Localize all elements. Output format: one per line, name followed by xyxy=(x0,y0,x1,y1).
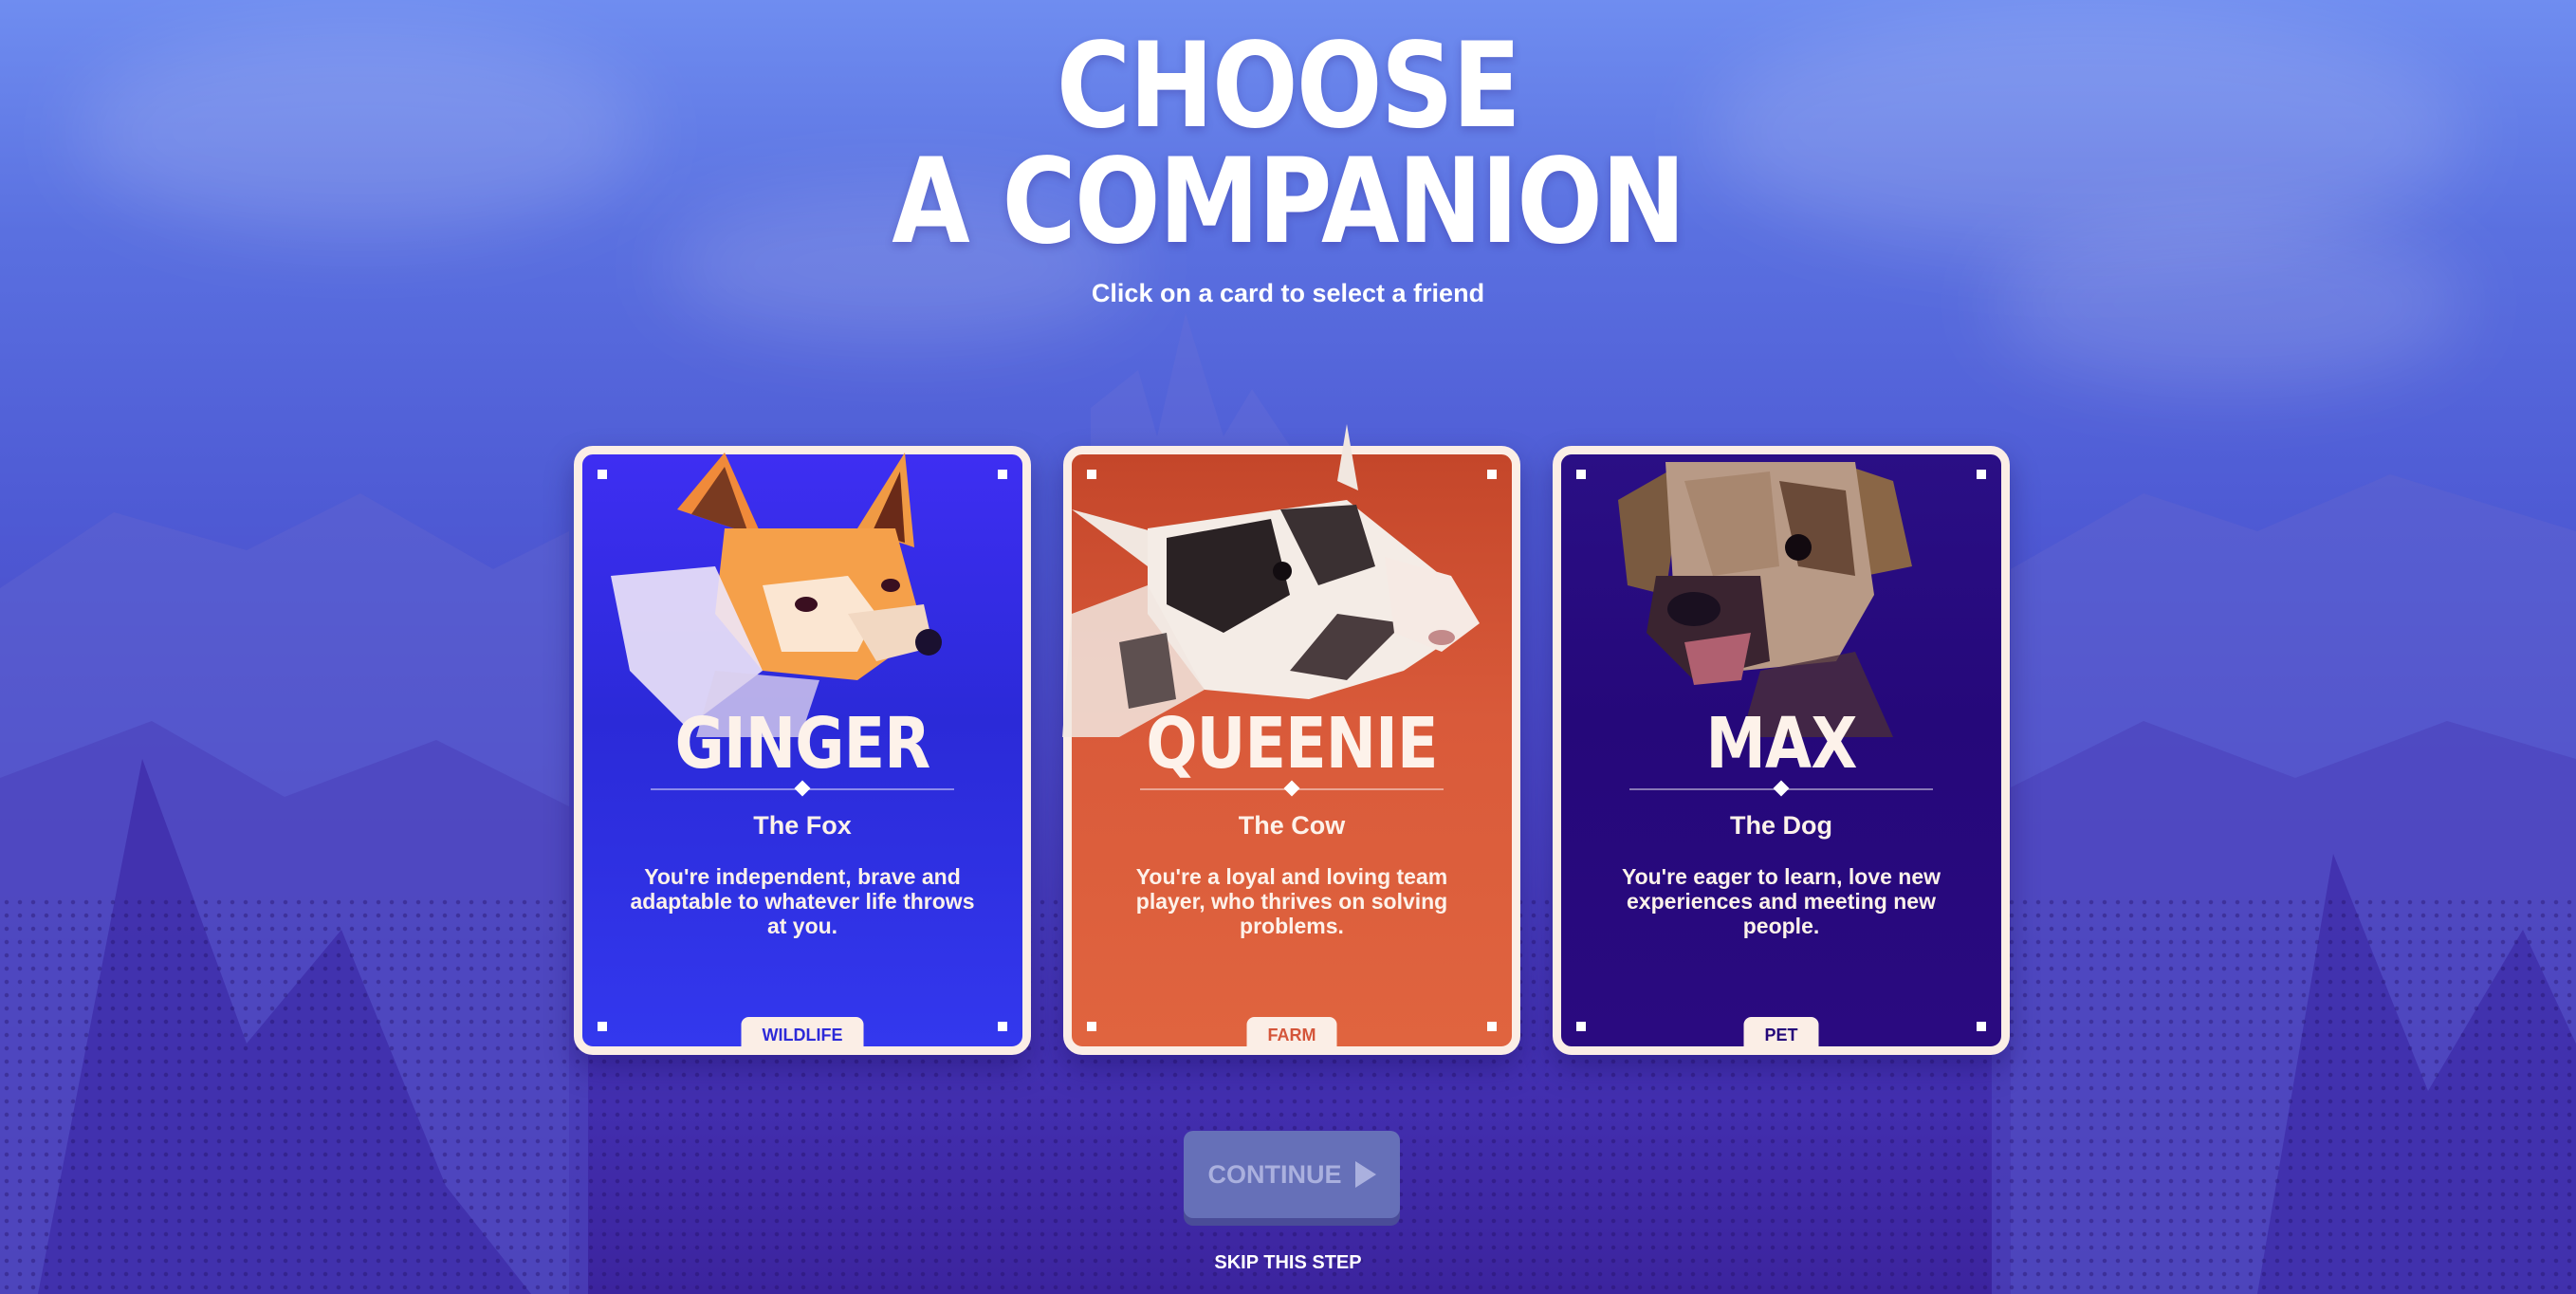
title-line-2: A COMPANION xyxy=(892,134,1685,270)
companion-name: GINGER xyxy=(674,703,931,785)
corner-marker xyxy=(1487,1022,1497,1031)
divider xyxy=(651,780,954,797)
category-tag: FARM xyxy=(1246,1017,1337,1055)
companion-species: The Dog xyxy=(1730,811,1832,840)
companion-card-ginger[interactable]: GINGER The Fox You're independent, brave… xyxy=(574,446,1031,1055)
companion-species: The Fox xyxy=(753,811,852,840)
corner-marker xyxy=(598,1022,607,1031)
page-subtitle: Click on a card to select a friend xyxy=(1091,279,1485,307)
companion-description: You're independent, brave and adaptable … xyxy=(630,864,975,938)
companion-species: The Cow xyxy=(1238,811,1346,840)
corner-marker xyxy=(1087,1022,1096,1031)
cow-portrait-icon xyxy=(1062,424,1480,737)
skip-step-link[interactable]: SKIP THIS STEP xyxy=(0,1252,2576,1274)
companion-name: MAX xyxy=(1705,703,1857,785)
dog-portrait-icon xyxy=(1618,462,1912,737)
page-header: CHOOSE A COMPANION Click on a card to se… xyxy=(0,28,2576,308)
page-title: CHOOSE A COMPANION xyxy=(180,28,2396,261)
divider xyxy=(1140,780,1444,797)
divider xyxy=(1629,780,1933,797)
continue-button[interactable]: CONTINUE xyxy=(1184,1131,1400,1218)
category-tag: WILDLIFE xyxy=(741,1017,864,1055)
companion-description: You're a loyal and loving team player, w… xyxy=(1135,864,1448,938)
corner-marker xyxy=(1977,1022,1986,1031)
companion-card-max[interactable]: MAX The Dog You're eager to learn, love … xyxy=(1553,446,2010,1055)
corner-marker xyxy=(1576,1022,1586,1031)
companion-description: You're eager to learn, love new experien… xyxy=(1621,864,1941,938)
corner-marker xyxy=(998,1022,1007,1031)
companion-card-queenie[interactable]: QUEENIE The Cow You're a loyal and lovin… xyxy=(1062,424,1520,1055)
companion-name: QUEENIE xyxy=(1146,703,1438,785)
fox-portrait-icon xyxy=(611,453,942,737)
category-tag: PET xyxy=(1743,1017,1819,1055)
play-arrow-icon xyxy=(1354,1161,1376,1188)
continue-label: CONTINUE xyxy=(1207,1159,1342,1189)
